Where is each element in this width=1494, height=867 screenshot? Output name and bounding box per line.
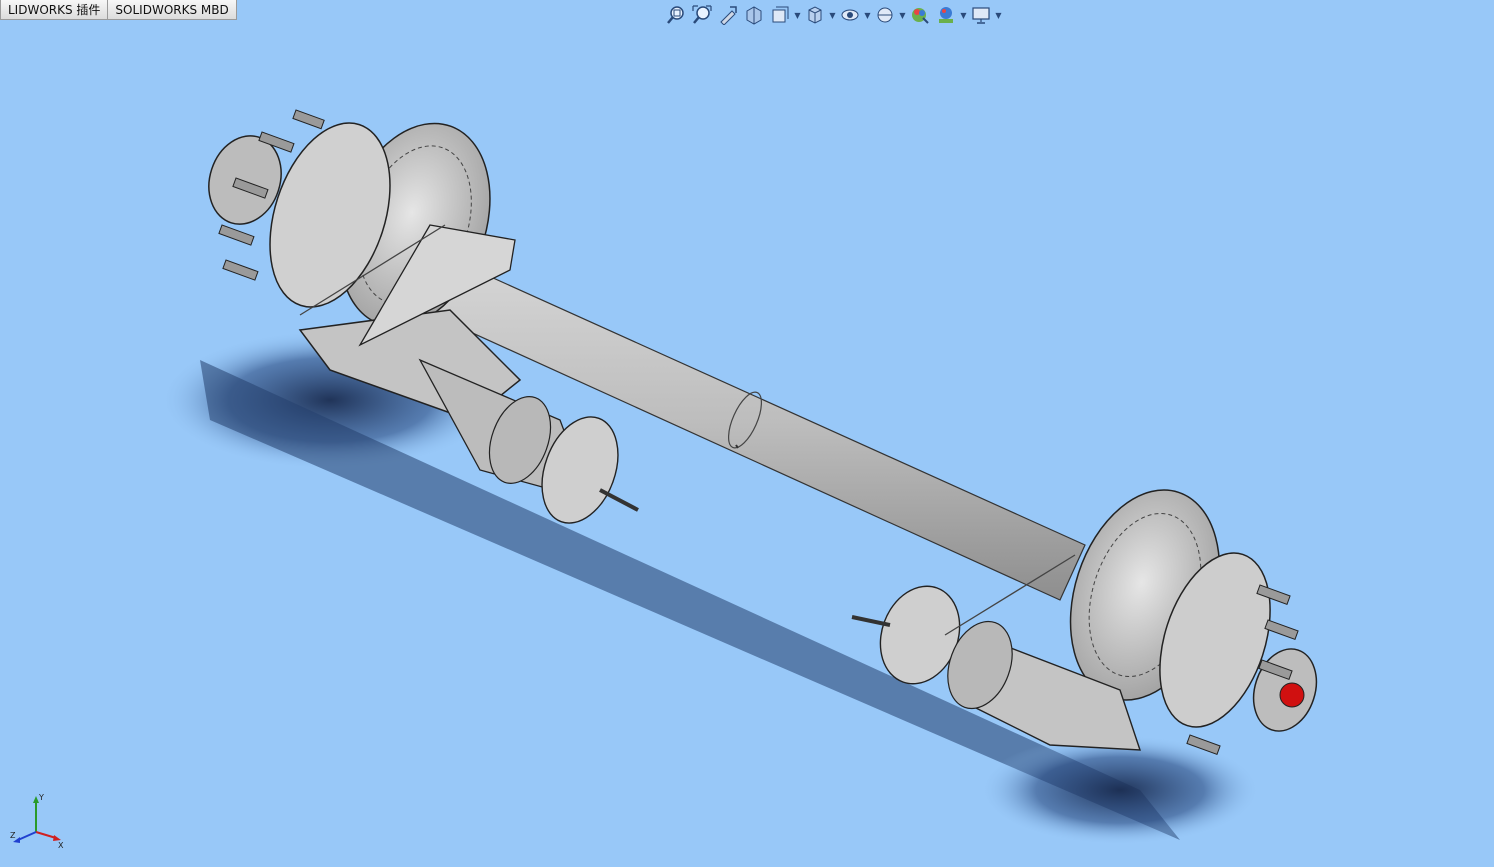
previous-view-icon (720, 6, 737, 25)
section-view-icon (746, 6, 762, 25)
chevron-down-icon[interactable]: ▼ (899, 4, 906, 26)
hide-show-items-icon (877, 7, 893, 23)
triad-z-label: Z (10, 831, 16, 840)
tab-solidworks-mbd[interactable]: SOLIDWORKS MBD (108, 0, 237, 20)
apply-scene-button[interactable] (934, 4, 958, 26)
zoom-to-area-icon (692, 5, 712, 24)
hide-show-items-button[interactable] (873, 4, 897, 26)
reference-triad: Y X Z (8, 790, 68, 850)
display-style-icon (841, 9, 859, 21)
display-style-button[interactable] (838, 4, 862, 26)
view-orientation-button[interactable] (803, 4, 827, 26)
tab-solidworks-addins[interactable]: LIDWORKS 插件 (0, 0, 109, 20)
axle-model[interactable] (0, 0, 1494, 867)
zoom-to-fit-icon (667, 6, 684, 24)
zoom-to-area-button[interactable] (690, 4, 714, 26)
view-settings-icon (972, 7, 990, 24)
heads-up-view-toolbar: ▼ ▼ ▼ ▼ ▼ ▼ (664, 3, 1002, 27)
edit-appearance-icon (912, 8, 929, 24)
chevron-down-icon[interactable]: ▼ (794, 4, 801, 26)
zoom-to-fit-button[interactable] (664, 4, 688, 26)
command-manager-tabs: LIDWORKS 插件 SOLIDWORKS MBD (0, 0, 237, 21)
chevron-down-icon[interactable]: ▼ (960, 4, 967, 26)
section-view-button[interactable] (742, 4, 766, 26)
edit-appearance-button[interactable] (908, 4, 932, 26)
dynamic-annotation-view-button[interactable] (768, 4, 792, 26)
view-orientation-icon (808, 6, 822, 24)
graphics-area[interactable] (0, 0, 1494, 867)
view-settings-button[interactable] (969, 4, 993, 26)
dynamic-annotation-view-icon (772, 6, 789, 23)
chevron-down-icon[interactable]: ▼ (864, 4, 871, 26)
previous-view-button[interactable] (716, 4, 740, 26)
triad-y-label: Y (38, 793, 44, 802)
chevron-down-icon[interactable]: ▼ (995, 4, 1002, 26)
apply-scene-icon (939, 7, 953, 23)
chevron-down-icon[interactable]: ▼ (829, 4, 836, 26)
triad-x-label: X (58, 841, 64, 850)
